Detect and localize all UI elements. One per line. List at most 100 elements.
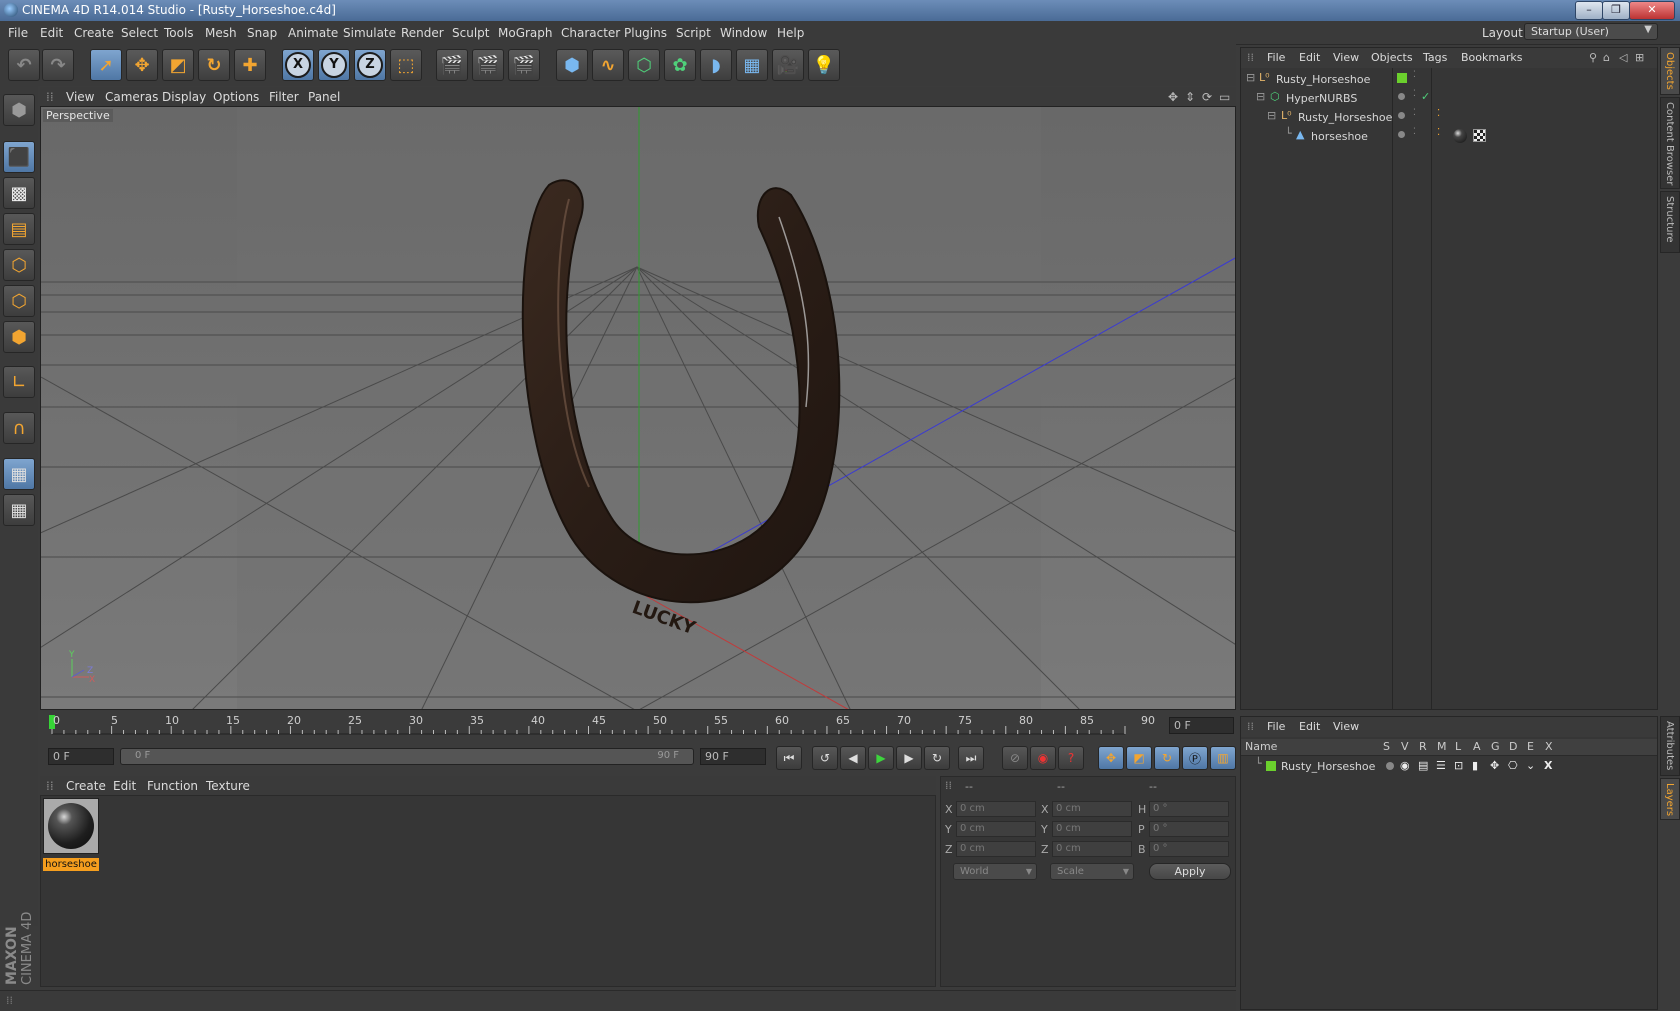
collapse-toggle-icon[interactable]: ⊟ bbox=[1267, 109, 1276, 122]
previous-key-button[interactable]: ↺ bbox=[812, 746, 838, 770]
coordinate-mode-dropdown[interactable]: World ▼ bbox=[953, 863, 1037, 880]
object-row[interactable]: ⊟ ⬡ HyperNURBS ⁚ ✓ bbox=[1241, 89, 1657, 108]
add-deformer-button[interactable]: ◗ bbox=[700, 49, 732, 81]
edges-mode-button[interactable]: ⬡ bbox=[3, 285, 35, 317]
next-key-button[interactable]: ↻ bbox=[924, 746, 950, 770]
add-array-button[interactable]: ✿ bbox=[664, 49, 696, 81]
column-manager[interactable]: M bbox=[1437, 740, 1447, 753]
viewport-menu-view[interactable]: View bbox=[66, 90, 94, 104]
viewport-menu-cameras[interactable]: Cameras bbox=[105, 90, 158, 104]
record-position-button[interactable]: ✥ bbox=[1098, 746, 1124, 770]
autokey-button[interactable]: ? bbox=[1058, 746, 1084, 770]
model-mode-button[interactable]: ⬛ bbox=[3, 141, 35, 173]
x-axis-lock-button[interactable]: X bbox=[282, 49, 314, 81]
record-scale-button[interactable]: ◩ bbox=[1126, 746, 1152, 770]
column-expressions[interactable]: E bbox=[1527, 740, 1534, 753]
workplane-align-button[interactable]: ▦ bbox=[3, 494, 35, 526]
record-button[interactable]: ◉ bbox=[1030, 746, 1056, 770]
menu-character[interactable]: Character bbox=[561, 26, 620, 40]
new-panel-icon[interactable]: ⊞ bbox=[1635, 51, 1644, 64]
material-menu-create[interactable]: Create bbox=[66, 779, 106, 793]
column-xref[interactable]: X bbox=[1545, 740, 1553, 753]
viewport-menu-filter[interactable]: Filter bbox=[269, 90, 299, 104]
column-solo[interactable]: S bbox=[1383, 740, 1390, 753]
render-picture-viewer-button[interactable]: 🎬 bbox=[472, 49, 504, 81]
column-generators[interactable]: G bbox=[1491, 740, 1500, 753]
visibility-dots-icon[interactable]: ⁚ bbox=[1413, 127, 1416, 137]
solo-dot-icon[interactable] bbox=[1386, 762, 1394, 770]
column-locked[interactable]: L bbox=[1455, 740, 1461, 753]
visibility-dots-icon[interactable]: ⁚ bbox=[1413, 89, 1416, 99]
column-render[interactable]: R bbox=[1419, 740, 1427, 753]
object-menu-bookmarks[interactable]: Bookmarks bbox=[1461, 51, 1522, 64]
menu-window[interactable]: Window bbox=[720, 26, 767, 40]
polygons-mode-button[interactable]: ⬢ bbox=[3, 321, 35, 353]
rotate-view-icon[interactable]: ⟳ bbox=[1202, 90, 1212, 104]
material-tag-icon[interactable] bbox=[1453, 129, 1467, 143]
size-mode-dropdown[interactable]: Scale ▼ bbox=[1050, 863, 1134, 880]
column-visible-editor[interactable]: V bbox=[1401, 740, 1409, 753]
side-tab-layers[interactable]: Layers bbox=[1660, 778, 1680, 820]
search-icon[interactable]: ⚲ bbox=[1589, 51, 1597, 64]
material-menu-function[interactable]: Function bbox=[147, 779, 198, 793]
layout-dropdown[interactable]: Startup (User) ▼ bbox=[1524, 23, 1658, 40]
material-menu-edit[interactable]: Edit bbox=[113, 779, 136, 793]
perspective-viewport[interactable]: LUCKY Y X Z Perspective bbox=[40, 106, 1236, 710]
eye-icon[interactable]: ◉ bbox=[1400, 759, 1410, 772]
xref-icon[interactable]: X bbox=[1544, 759, 1552, 772]
toggle-view-icon[interactable]: ▭ bbox=[1219, 90, 1230, 104]
menu-plugins[interactable]: Plugins bbox=[624, 26, 667, 40]
keyframe-selection-button[interactable]: ⊘ bbox=[1002, 746, 1028, 770]
enabled-checkmark-icon[interactable]: ✓ bbox=[1421, 90, 1430, 103]
make-editable-button[interactable]: ⬢ bbox=[3, 94, 35, 126]
material-swatch[interactable]: horseshoe bbox=[42, 798, 100, 874]
layer-color-swatch[interactable] bbox=[1266, 761, 1276, 771]
y-axis-lock-button[interactable]: Y bbox=[318, 49, 350, 81]
layer-dot[interactable] bbox=[1398, 112, 1405, 119]
live-selection-tool[interactable]: ➚ bbox=[90, 49, 122, 81]
points-mode-button[interactable]: ⬡ bbox=[3, 249, 35, 281]
timeline-window-button[interactable]: ▥ bbox=[1210, 746, 1236, 770]
menu-help[interactable]: Help bbox=[777, 26, 804, 40]
texture-mode-button[interactable]: ▩ bbox=[3, 177, 35, 209]
pan-view-icon[interactable]: ✥ bbox=[1168, 90, 1178, 104]
object-menu-view[interactable]: View bbox=[1333, 51, 1359, 64]
render-icon[interactable]: ▤ bbox=[1418, 759, 1428, 772]
layer-menu-file[interactable]: File bbox=[1267, 720, 1285, 733]
layer-menu-view[interactable]: View bbox=[1333, 720, 1359, 733]
position-y-field[interactable]: 0 cm bbox=[956, 821, 1036, 837]
z-axis-lock-button[interactable]: Z bbox=[354, 49, 386, 81]
menu-tools[interactable]: Tools bbox=[164, 26, 194, 40]
side-tab-attributes[interactable]: Attributes bbox=[1660, 716, 1680, 776]
rotation-p-field[interactable]: 0 ° bbox=[1149, 821, 1229, 837]
menu-simulate[interactable]: Simulate bbox=[343, 26, 396, 40]
add-light-button[interactable]: 💡 bbox=[808, 49, 840, 81]
workplane-lock-button[interactable]: ▦ bbox=[3, 458, 35, 490]
collapse-toggle-icon[interactable]: ⊟ bbox=[1246, 71, 1255, 84]
layer-row[interactable]: └ Rusty_Horseshoe ◉ ▤ ☰ ⊡ ▮ ✥ ⎔ ⌄ X bbox=[1241, 757, 1657, 776]
undo-button[interactable]: ↶ bbox=[8, 49, 40, 81]
snap-button[interactable]: ∩ bbox=[3, 412, 35, 444]
size-z-field[interactable]: 0 cm bbox=[1052, 841, 1132, 857]
object-menu-objects[interactable]: Objects bbox=[1371, 51, 1413, 64]
layer-dot[interactable] bbox=[1398, 131, 1405, 138]
redo-button[interactable]: ↷ bbox=[42, 49, 74, 81]
lock-icon[interactable]: ⊡ bbox=[1454, 759, 1463, 772]
object-row[interactable]: └ ▲ horseshoe ⁚ ⁚ bbox=[1241, 127, 1657, 146]
menu-sculpt[interactable]: Sculpt bbox=[452, 26, 489, 40]
column-deformers[interactable]: D bbox=[1509, 740, 1517, 753]
menu-mograph[interactable]: MoGraph bbox=[498, 26, 553, 40]
object-menu-tags[interactable]: Tags bbox=[1423, 51, 1447, 64]
previous-frame-button[interactable]: ◀ bbox=[840, 746, 866, 770]
current-frame-field[interactable]: 0 F bbox=[1169, 717, 1234, 734]
uvw-tag-icon[interactable] bbox=[1473, 129, 1486, 142]
expression-icon[interactable]: ⌄ bbox=[1526, 759, 1535, 772]
menu-create[interactable]: Create bbox=[74, 26, 114, 40]
object-menu-file[interactable]: File bbox=[1267, 51, 1285, 64]
menu-mesh[interactable]: Mesh bbox=[205, 26, 237, 40]
menu-render[interactable]: Render bbox=[401, 26, 444, 40]
position-x-field[interactable]: 0 cm bbox=[956, 801, 1036, 817]
close-button[interactable]: ✕ bbox=[1629, 1, 1675, 20]
side-tab-content-browser[interactable]: Content Browser bbox=[1660, 97, 1680, 189]
coordinate-system-button[interactable]: ⬚ bbox=[390, 49, 422, 81]
